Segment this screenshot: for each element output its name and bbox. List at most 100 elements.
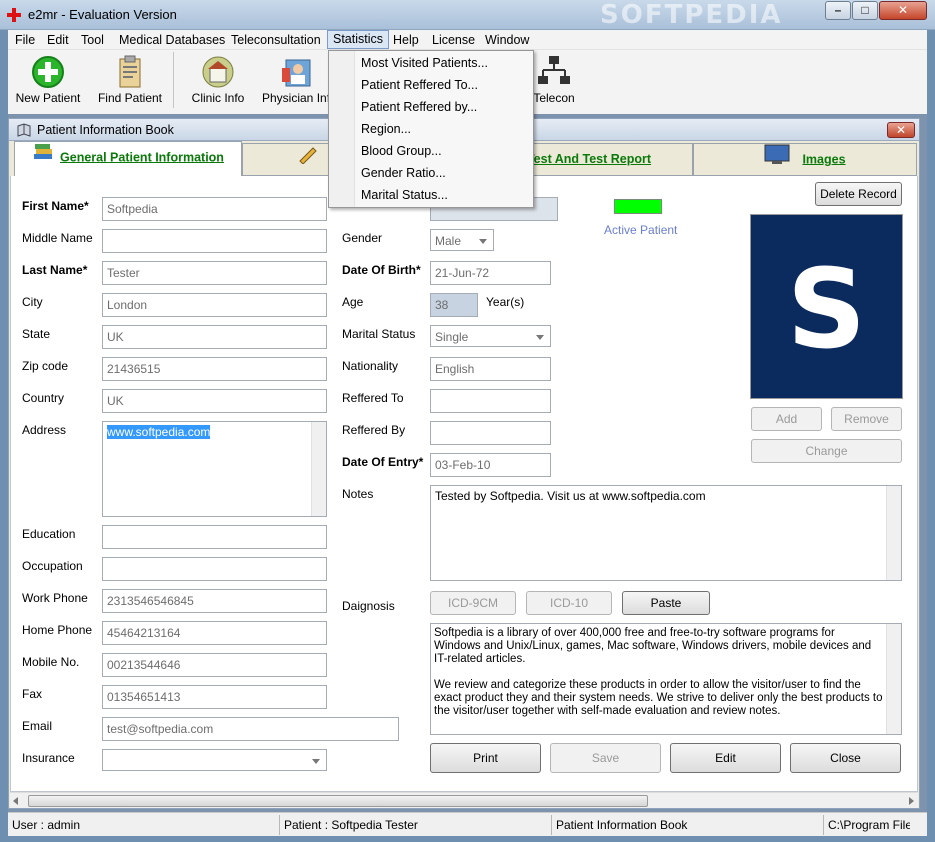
country-field[interactable]: UK xyxy=(102,389,327,413)
scroll-left-arrow[interactable] xyxy=(13,797,18,805)
referred-to-field[interactable] xyxy=(430,389,551,413)
edit-button[interactable]: Edit xyxy=(670,743,781,773)
entry-date-field[interactable]: 03-Feb-10 xyxy=(430,453,551,477)
menu-patient-referred-by[interactable]: Patient Reffered by... xyxy=(331,96,531,118)
referred-by-label: Reffered By xyxy=(342,423,406,437)
change-photo-button[interactable]: Change xyxy=(751,439,902,463)
physician-info-button[interactable]: Physician Info xyxy=(260,50,336,112)
gender-select[interactable]: Male xyxy=(430,229,494,251)
add-photo-button[interactable]: Add xyxy=(751,407,822,431)
first-name-field[interactable]: Softpedia xyxy=(102,197,327,221)
menu-statistics[interactable]: Statistics xyxy=(327,30,390,49)
city-label: City xyxy=(22,295,43,309)
icd10-button[interactable]: ICD-10 xyxy=(526,591,612,615)
minimize-button[interactable]: – xyxy=(825,1,851,20)
zip-field[interactable]: 21436515 xyxy=(102,357,327,381)
notes-scrollbar[interactable] xyxy=(886,486,901,580)
fax-field[interactable]: 01354651413 xyxy=(102,685,327,709)
menu-region[interactable]: Region... xyxy=(331,118,531,140)
child-title: Patient Information Book xyxy=(37,123,174,137)
menu-license[interactable]: License xyxy=(427,30,480,50)
close-button[interactable]: Close xyxy=(790,743,901,773)
fax-label: Fax xyxy=(22,687,43,701)
diagnosis-paragraph-2: We review and categorize these products … xyxy=(434,679,883,717)
address-scrollbar[interactable] xyxy=(311,422,326,516)
status-patient: Patient : Softpedia Tester xyxy=(280,815,552,835)
find-patient-button[interactable]: Find Patient xyxy=(92,50,168,112)
menu-patient-referred-to[interactable]: Patient Reffered To... xyxy=(331,74,531,96)
city-field[interactable]: London xyxy=(102,293,327,317)
referred-by-field[interactable] xyxy=(430,421,551,445)
notes-value: Tested by Softpedia. Visit us at www.sof… xyxy=(435,489,706,503)
scroll-right-arrow[interactable] xyxy=(909,797,914,805)
menu-most-visited-patients[interactable]: Most Visited Patients... xyxy=(331,52,531,74)
delete-record-button[interactable]: Delete Record xyxy=(815,182,902,206)
status-user: User : admin xyxy=(8,815,280,835)
app-logo-icon xyxy=(6,7,22,23)
menu-gender-ratio[interactable]: Gender Ratio... xyxy=(331,162,531,184)
marital-label: Marital Status xyxy=(342,327,416,341)
last-name-field[interactable]: Tester xyxy=(102,261,327,285)
menu-marital-status[interactable]: Marital Status... xyxy=(331,184,531,206)
status-path: C:\Program Files\e xyxy=(828,818,910,832)
work-phone-field[interactable]: 2313546546845 xyxy=(102,589,327,613)
dob-field[interactable]: 21-Jun-72 xyxy=(430,261,551,285)
address-label: Address xyxy=(22,423,67,437)
menu-window[interactable]: Window xyxy=(480,30,534,50)
scroll-thumb[interactable] xyxy=(28,795,648,807)
toolbar-separator xyxy=(173,52,174,108)
maximize-button[interactable]: □ xyxy=(852,1,878,20)
diagnosis-paragraph-1: Softpedia is a library of over 400,000 f… xyxy=(434,627,872,665)
insurance-select[interactable] xyxy=(102,749,327,771)
print-button[interactable]: Print xyxy=(430,743,541,773)
new-patient-button[interactable]: New Patient xyxy=(12,50,84,112)
menu-medical-databases[interactable]: Medical Databases xyxy=(114,30,230,50)
home-phone-field[interactable]: 45464213164 xyxy=(102,621,327,645)
monitor-icon xyxy=(764,144,790,176)
diagnosis-label: Daignosis xyxy=(342,599,395,613)
education-field[interactable] xyxy=(102,525,327,549)
network-icon xyxy=(536,54,572,90)
menu-help[interactable]: Help xyxy=(388,30,424,50)
first-name-label: First Name* xyxy=(22,199,89,213)
address-value: www.softpedia.com xyxy=(107,425,211,439)
menu-edit[interactable]: Edit xyxy=(42,30,74,50)
window-title: e2mr - Evaluation Version xyxy=(28,7,177,22)
save-button[interactable]: Save xyxy=(550,743,661,773)
mobile-field[interactable]: 00213544646 xyxy=(102,653,327,677)
horizontal-scrollbar[interactable] xyxy=(10,792,918,808)
tab-general-patient-information[interactable]: General Patient Information xyxy=(14,141,242,177)
dob-label: Date Of Birth* xyxy=(342,263,421,277)
menu-teleconsultation[interactable]: Teleconsultation xyxy=(226,30,326,50)
book-stack-icon xyxy=(32,142,54,174)
clinic-info-button[interactable]: Clinic Info xyxy=(182,50,254,112)
diagnosis-field[interactable]: Softpedia is a library of over 400,000 f… xyxy=(430,623,902,735)
window-close-button[interactable]: ✕ xyxy=(879,1,927,20)
middle-name-field[interactable] xyxy=(102,229,327,253)
menu-blood-group[interactable]: Blood Group... xyxy=(331,140,531,162)
diagnosis-scrollbar[interactable] xyxy=(886,624,901,734)
marital-select[interactable]: Single xyxy=(430,325,551,347)
add-green-icon xyxy=(30,54,66,90)
photo-letter: S xyxy=(786,245,867,373)
email-label: Email xyxy=(22,719,53,733)
icd9-button[interactable]: ICD-9CM xyxy=(430,591,516,615)
child-close-button[interactable]: ✕ xyxy=(887,122,915,138)
address-field[interactable]: www.softpedia.com xyxy=(102,421,327,517)
tab-images[interactable]: Images xyxy=(693,143,917,176)
state-label: State xyxy=(22,327,51,341)
age-label: Age xyxy=(342,295,364,309)
tab-notes[interactable] xyxy=(242,143,334,176)
mobile-label: Mobile No. xyxy=(22,655,80,669)
notes-field[interactable]: Tested by Softpedia. Visit us at www.sof… xyxy=(430,485,902,581)
paste-button[interactable]: Paste xyxy=(622,591,710,615)
nationality-field[interactable]: English xyxy=(430,357,551,381)
email-field[interactable]: test@softpedia.com xyxy=(102,717,399,741)
menu-file[interactable]: File xyxy=(10,30,40,50)
remove-photo-button[interactable]: Remove xyxy=(831,407,902,431)
menu-tool[interactable]: Tool xyxy=(76,30,109,50)
state-field[interactable]: UK xyxy=(102,325,327,349)
menu-bar: File Edit Tool Medical Databases Telecon… xyxy=(8,30,927,50)
occupation-field[interactable] xyxy=(102,557,327,581)
window-titlebar: e2mr - Evaluation Version SOFTPEDIA – □ … xyxy=(0,0,935,30)
